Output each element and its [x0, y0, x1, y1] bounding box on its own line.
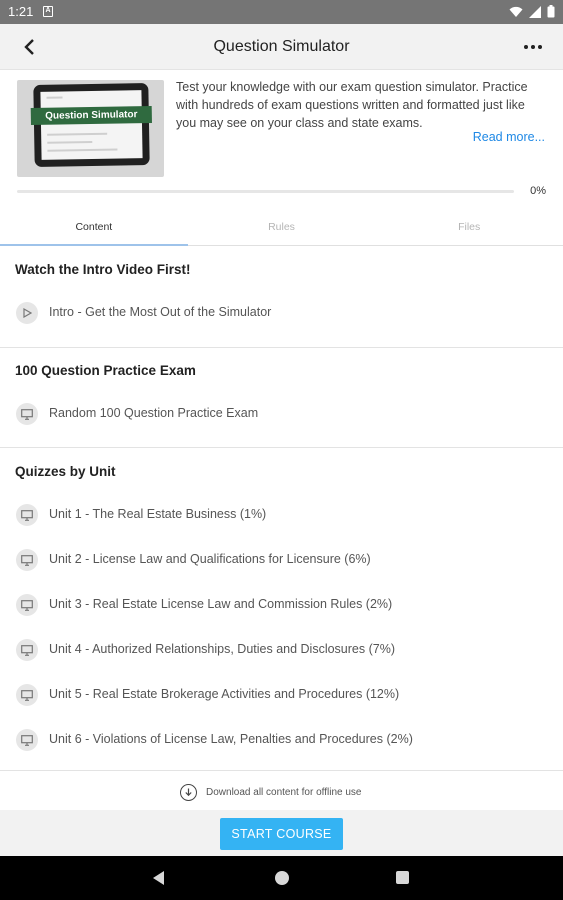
start-course-button[interactable]: START COURSE: [220, 818, 343, 850]
status-icons: [509, 5, 555, 18]
monitor-icon: [16, 639, 38, 661]
status-bar: 1:21 A: [0, 0, 563, 24]
tab-files[interactable]: Files: [375, 210, 563, 245]
tab-content[interactable]: Content: [0, 210, 188, 246]
read-more-link[interactable]: Read more...: [473, 130, 545, 144]
course-progress-bar: [17, 190, 514, 193]
list-item[interactable]: Unit 1 - The Real Estate Business (1%): [0, 500, 563, 530]
notification-icon: A: [43, 6, 53, 17]
monitor-icon: [16, 684, 38, 706]
item-label: Random 100 Question Practice Exam: [49, 406, 259, 420]
monitor-icon: [16, 594, 38, 616]
item-label: Unit 4 - Authorized Relationships, Dutie…: [49, 642, 395, 656]
monitor-icon: [16, 403, 38, 425]
section-intro: Watch the Intro Video First! Intro - Get…: [0, 247, 563, 348]
list-item[interactable]: Unit 6 - Violations of License Law, Pena…: [0, 725, 563, 755]
signal-icon: [529, 5, 541, 18]
section-quizzes-by-unit: Quizzes by Unit Unit 1 - The Real Estate…: [0, 448, 563, 770]
nav-recents-icon[interactable]: [396, 871, 409, 884]
download-label: Download all content for offline use: [206, 786, 362, 798]
thumbnail-label: Question Simulator: [30, 105, 152, 126]
tab-bar: Content Rules Files: [0, 210, 563, 246]
monitor-icon: [16, 549, 38, 571]
item-label: Unit 5 - Real Estate Brokerage Activitie…: [49, 687, 400, 701]
section-title: Quizzes by Unit: [15, 464, 116, 479]
section-practice-exam: 100 Question Practice Exam Random 100 Qu…: [0, 348, 563, 448]
section-title: Watch the Intro Video First!: [15, 262, 191, 277]
section-title: 100 Question Practice Exam: [15, 363, 196, 378]
tablet-illustration: Question Simulator: [30, 83, 152, 167]
item-label: Unit 3 - Real Estate License Law and Com…: [49, 597, 393, 611]
list-item[interactable]: Unit 3 - Real Estate License Law and Com…: [0, 590, 563, 620]
status-time: 1:21: [8, 4, 34, 19]
list-item[interactable]: Unit 5 - Real Estate Brokerage Activitie…: [0, 680, 563, 710]
page-title: Question Simulator: [213, 38, 350, 55]
item-label: Unit 2 - License Law and Qualifications …: [49, 552, 371, 566]
item-label: Unit 1 - The Real Estate Business (1%): [49, 507, 267, 521]
more-options-button[interactable]: [521, 37, 545, 57]
course-thumbnail: Question Simulator: [17, 80, 164, 177]
nav-home-icon[interactable]: [275, 871, 289, 885]
progress-percent: 0%: [530, 185, 546, 197]
chevron-left-icon: [24, 39, 34, 55]
list-item[interactable]: Unit 4 - Authorized Relationships, Dutie…: [0, 635, 563, 665]
more-horizontal-icon: [524, 45, 528, 49]
list-item[interactable]: Random 100 Question Practice Exam: [0, 399, 563, 429]
nav-back-icon[interactable]: [153, 871, 164, 885]
list-item[interactable]: Intro - Get the Most Out of the Simulato…: [0, 298, 563, 328]
monitor-icon: [16, 729, 38, 751]
tab-rules[interactable]: Rules: [188, 210, 376, 245]
play-icon: [16, 302, 38, 324]
download-row: Download all content for offline use: [0, 770, 563, 810]
download-all-button[interactable]: Download all content for offline use: [180, 782, 361, 802]
list-item[interactable]: Unit 2 - License Law and Qualifications …: [0, 545, 563, 575]
monitor-icon: [16, 504, 38, 526]
bottom-action-bar: START COURSE: [0, 810, 563, 856]
item-label: Intro - Get the Most Out of the Simulato…: [49, 305, 272, 319]
item-label: Unit 6 - Violations of License Law, Pena…: [49, 732, 413, 746]
battery-icon: [547, 5, 555, 18]
system-nav-bar: [0, 856, 563, 900]
wifi-icon: [509, 6, 523, 17]
back-button[interactable]: [20, 37, 40, 57]
course-description: Test your knowledge with our exam questi…: [176, 80, 528, 130]
app-bar: Question Simulator: [0, 24, 563, 70]
download-circle-icon: [180, 783, 197, 801]
